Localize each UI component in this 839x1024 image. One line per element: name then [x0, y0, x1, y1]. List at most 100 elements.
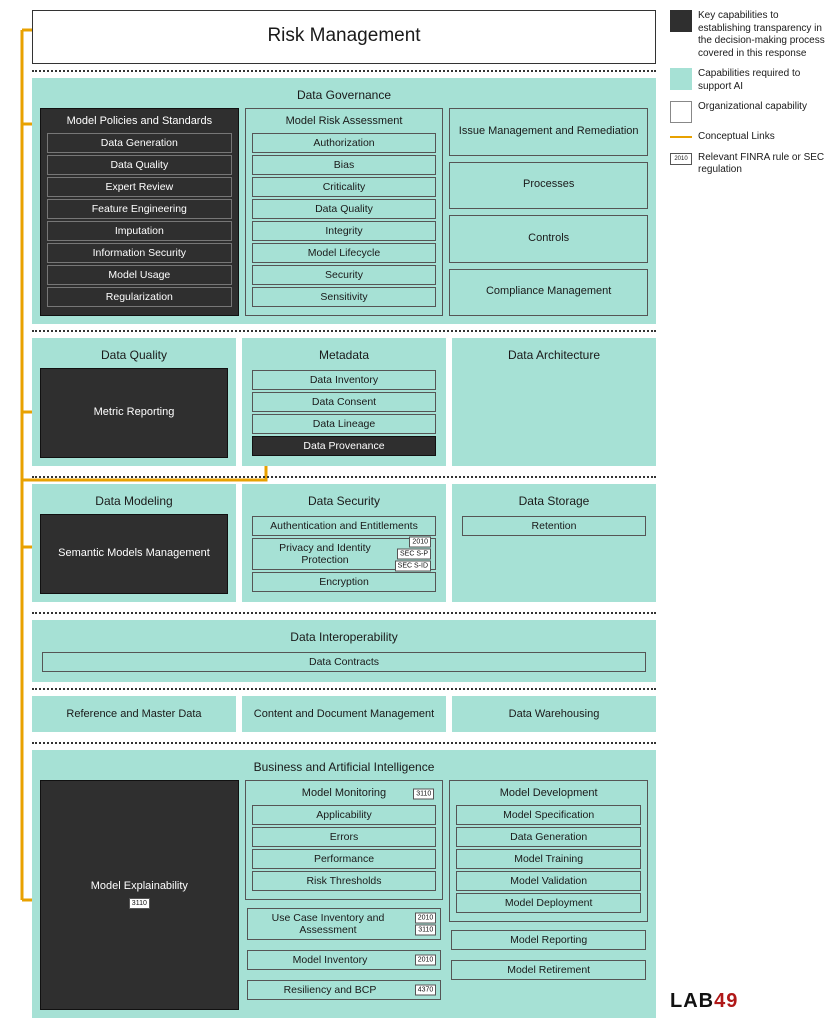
box-header: Model Policies and Standards — [45, 113, 234, 131]
box-header: Metric Reporting — [94, 406, 175, 418]
section-title: Metadata — [250, 346, 438, 368]
meta-item: Data Lineage — [252, 414, 436, 434]
legend-label: Capabilities required to support AI — [698, 68, 830, 93]
legend: Key capabilities to establishing transpa… — [670, 10, 830, 185]
legend-swatch-teal — [670, 68, 692, 90]
sec-item-privacy: Privacy and Identity Protection 2010 SEC… — [252, 538, 436, 570]
box-ref-master-data: Reference and Master Data — [32, 696, 236, 732]
section-title: Data Security — [250, 492, 438, 514]
section-metadata: Metadata Data Inventory Data Consent Dat… — [242, 338, 446, 466]
legend-label: Key capabilities to establishing transpa… — [698, 10, 830, 60]
monitor-item: Performance — [252, 849, 437, 869]
dev-item: Model Training — [456, 849, 641, 869]
interop-item: Data Contracts — [42, 652, 646, 672]
risk-item: Bias — [252, 155, 437, 175]
box-data-warehousing: Data Warehousing — [452, 696, 656, 732]
divider — [32, 742, 656, 744]
section-title: Data Storage — [460, 492, 648, 514]
meta-item: Data Inventory — [252, 370, 436, 390]
section-interop: Data Interoperability Data Contracts — [32, 620, 656, 682]
policy-item: Imputation — [47, 221, 232, 241]
legend-line-icon — [670, 136, 692, 138]
box-model-policies: Model Policies and Standards Data Genera… — [40, 108, 239, 316]
rule-tag: 2010 — [415, 955, 437, 966]
dev-item: Model Deployment — [456, 893, 641, 913]
legend-label: Relevant FINRA rule or SEC regulation — [698, 152, 830, 177]
box-use-case-inv: Use Case Inventory and Assessment 2010 3… — [247, 908, 442, 940]
risk-item: Integrity — [252, 221, 437, 241]
box-content-doc-mgmt: Content and Document Management — [242, 696, 446, 732]
legend-label: Organizational capability — [698, 101, 807, 114]
box-data-provenance: Data Provenance — [252, 436, 436, 456]
risk-item: Data Quality — [252, 199, 437, 219]
section-bai: Business and Artificial Intelligence Mod… — [32, 750, 656, 1018]
risk-item: Criticality — [252, 177, 437, 197]
box-header: Model Risk Assessment — [250, 113, 439, 131]
meta-item: Data Consent — [252, 392, 436, 412]
rule-tag: 3110 — [129, 898, 150, 909]
box-semantic-models: Semantic Models Management — [40, 514, 228, 594]
box-model-retirement: Model Retirement — [451, 960, 646, 980]
box-imr: Issue Management and Remediation — [449, 108, 648, 156]
divider — [32, 688, 656, 690]
title-box: Risk Management — [32, 10, 656, 64]
box-header: Issue Management and Remediation — [459, 125, 639, 137]
box-model-explainability: Model Explainability 3110 — [40, 780, 239, 1010]
risk-item: Authorization — [252, 133, 437, 153]
legend-swatch-white — [670, 101, 692, 123]
rule-tag: 4370 — [415, 985, 437, 996]
rule-tag: 2010 — [409, 537, 431, 548]
divider — [32, 476, 656, 478]
risk-item: Model Lifecycle — [252, 243, 437, 263]
risk-item: Security — [252, 265, 437, 285]
rule-tag: 3110 — [415, 925, 436, 936]
policy-item: Model Usage — [47, 265, 232, 285]
logo: LAB49 — [670, 990, 738, 1013]
policy-item: Regularization — [47, 287, 232, 307]
box-header: Model Monitoring 3110 — [250, 785, 439, 803]
section-title: Data Governance — [40, 86, 648, 108]
box-model-reporting: Model Reporting — [451, 930, 646, 950]
policy-item: Information Security — [47, 243, 232, 263]
monitor-item: Applicability — [252, 805, 437, 825]
divider — [32, 330, 656, 332]
page-title: Risk Management — [267, 25, 420, 46]
policy-item: Feature Engineering — [47, 199, 232, 219]
storage-item: Retention — [462, 516, 646, 536]
section-data-modeling: Data Modeling Semantic Models Management — [32, 484, 236, 602]
legend-tag-icon: 2010 — [670, 153, 692, 165]
policy-item: Expert Review — [47, 177, 232, 197]
box-metric-reporting: Metric Reporting — [40, 368, 228, 458]
monitor-item: Risk Thresholds — [252, 871, 437, 891]
legend-swatch-dark — [670, 10, 692, 32]
section-data-storage: Data Storage Retention — [452, 484, 656, 602]
box-model-monitoring: Model Monitoring 3110 Applicability Erro… — [245, 780, 444, 900]
sec-item: Encryption — [252, 572, 436, 592]
rule-tag: 2010 — [415, 913, 437, 924]
policy-item: Data Generation — [47, 133, 232, 153]
section-title: Data Modeling — [40, 492, 228, 514]
box-model-development: Model Development Model Specification Da… — [449, 780, 648, 922]
monitor-item: Errors — [252, 827, 437, 847]
imr-item: Processes — [449, 162, 648, 210]
box-model-risk: Model Risk Assessment Authorization Bias… — [245, 108, 444, 316]
rule-tag: 3110 — [413, 789, 434, 800]
divider — [32, 612, 656, 614]
dev-item: Data Generation — [456, 827, 641, 847]
box-resiliency: Resiliency and BCP 4370 — [247, 980, 442, 1000]
risk-item: Sensitivity — [252, 287, 437, 307]
section-title: Data Interoperability — [40, 628, 648, 650]
section-title: Business and Artificial Intelligence — [40, 758, 648, 780]
box-header: Model Development — [454, 785, 643, 803]
rule-tag: SEC S-ID — [395, 561, 431, 572]
dev-item: Model Validation — [456, 871, 641, 891]
imr-item: Controls — [449, 215, 648, 263]
section-data-quality: Data Quality Metric Reporting — [32, 338, 236, 466]
box-model-inventory: Model Inventory 2010 — [247, 950, 442, 970]
section-title: Data Quality — [40, 346, 228, 368]
section-data-architecture: Data Architecture — [452, 338, 656, 466]
section-title: Data Architecture — [508, 346, 600, 368]
rule-tag: SEC S-P — [397, 549, 431, 560]
imr-item: Compliance Management — [449, 269, 648, 317]
policy-item: Data Quality — [47, 155, 232, 175]
